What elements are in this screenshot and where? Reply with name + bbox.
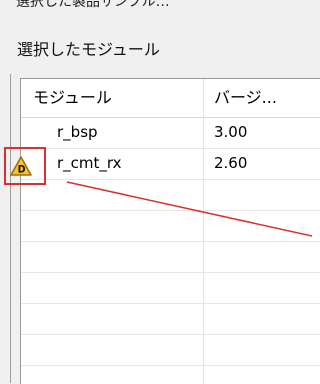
selected-modules-table: モジュール バージ... r_bsp 3.00 r_cmt_rx 2.60 (4, 78, 320, 384)
module-name-cell: r_cmt_rx (57, 154, 122, 172)
column-header-version[interactable]: バージ... (214, 79, 314, 117)
table-row[interactable]: r_bsp 3.00 (21, 117, 320, 149)
truncated-heading-top: 選択した製品サンプル… (16, 0, 170, 10)
module-version-cell: 3.00 (214, 123, 248, 141)
left-panel-border (10, 74, 11, 383)
column-header-module[interactable]: モジュール (33, 79, 211, 117)
module-version-cell: 2.60 (214, 154, 248, 172)
table-row-empty (21, 179, 320, 211)
highlight-box (4, 147, 46, 185)
module-name-cell: r_bsp (57, 123, 98, 141)
table-header: モジュール バージ... (21, 79, 320, 118)
table-row-empty (21, 303, 320, 335)
table-row-empty (21, 334, 320, 366)
table-row-empty (21, 272, 320, 304)
table-row-empty (21, 241, 320, 273)
deprecated-warning-icon[interactable] (10, 156, 32, 176)
table-row-empty (21, 210, 320, 242)
table-row[interactable]: r_cmt_rx 2.60 (21, 148, 320, 180)
section-title-selected-modules: 選択したモジュール (17, 40, 160, 59)
